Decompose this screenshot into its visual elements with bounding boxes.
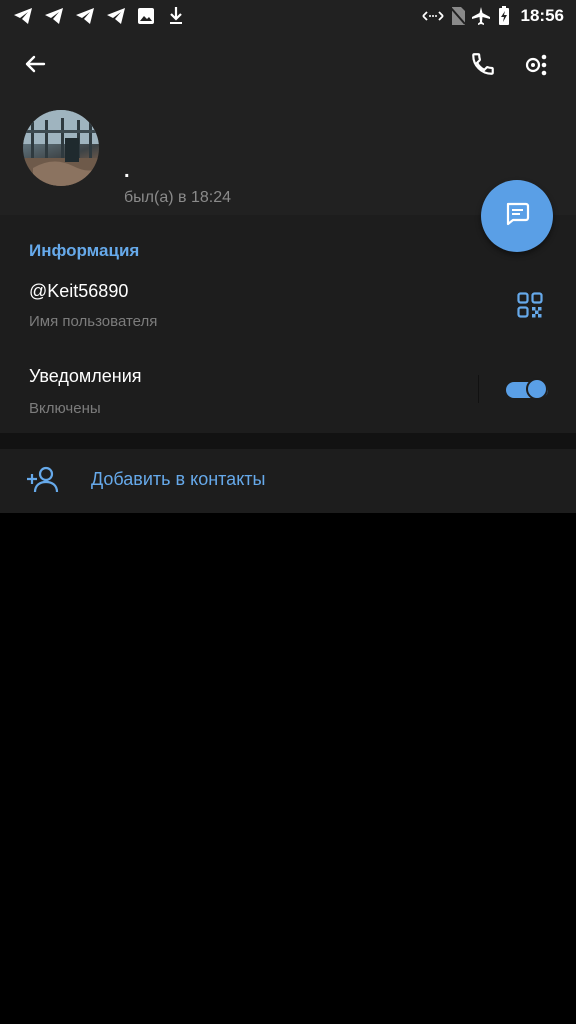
- message-icon: [503, 200, 531, 233]
- add-contact-row[interactable]: Добавить в контакты: [0, 449, 576, 513]
- call-button[interactable]: [461, 44, 505, 88]
- battery-charging-icon: [497, 6, 511, 26]
- image-icon: [136, 6, 156, 26]
- download-icon: [166, 6, 186, 26]
- username-value[interactable]: @Keit56890: [29, 281, 128, 302]
- notifications-value: Включены: [29, 400, 101, 417]
- section-separator: [0, 433, 576, 449]
- status-time: 18:56: [520, 6, 564, 25]
- profile-header: . был(а) в 18:24: [0, 33, 576, 215]
- last-seen-status: был(а) в 18:24: [124, 189, 231, 206]
- telegram-icon: [74, 6, 96, 26]
- telegram-icon: [105, 6, 127, 26]
- data-arrows-icon: [422, 6, 444, 26]
- section-title: Информация: [29, 241, 140, 260]
- notifications-toggle[interactable]: [506, 378, 548, 400]
- add-contact-label: Добавить в контакты: [91, 469, 266, 489]
- add-user-icon: [24, 464, 60, 496]
- telegram-icon: [43, 6, 65, 26]
- qr-code-button[interactable]: [508, 285, 552, 329]
- more-menu-icon: [523, 52, 551, 81]
- status-bar: 18:56: [0, 0, 576, 33]
- username-label: Имя пользователя: [29, 313, 158, 330]
- avatar[interactable]: [23, 110, 99, 186]
- phone-icon: [470, 51, 496, 82]
- qr-code-icon: [517, 291, 543, 323]
- notifications-title[interactable]: Уведомления: [29, 366, 142, 387]
- send-message-button[interactable]: [481, 180, 553, 252]
- no-sim-icon: [449, 6, 467, 26]
- more-button[interactable]: [515, 44, 559, 88]
- telegram-icon: [12, 6, 34, 26]
- back-button[interactable]: [13, 44, 57, 88]
- airplane-icon: [470, 6, 492, 26]
- profile-name: .: [124, 160, 130, 182]
- divider: [478, 375, 479, 403]
- arrow-left-icon: [23, 52, 47, 81]
- toggle-knob: [526, 378, 548, 400]
- info-section: Информация @Keit56890 Имя пользователя У…: [0, 215, 576, 433]
